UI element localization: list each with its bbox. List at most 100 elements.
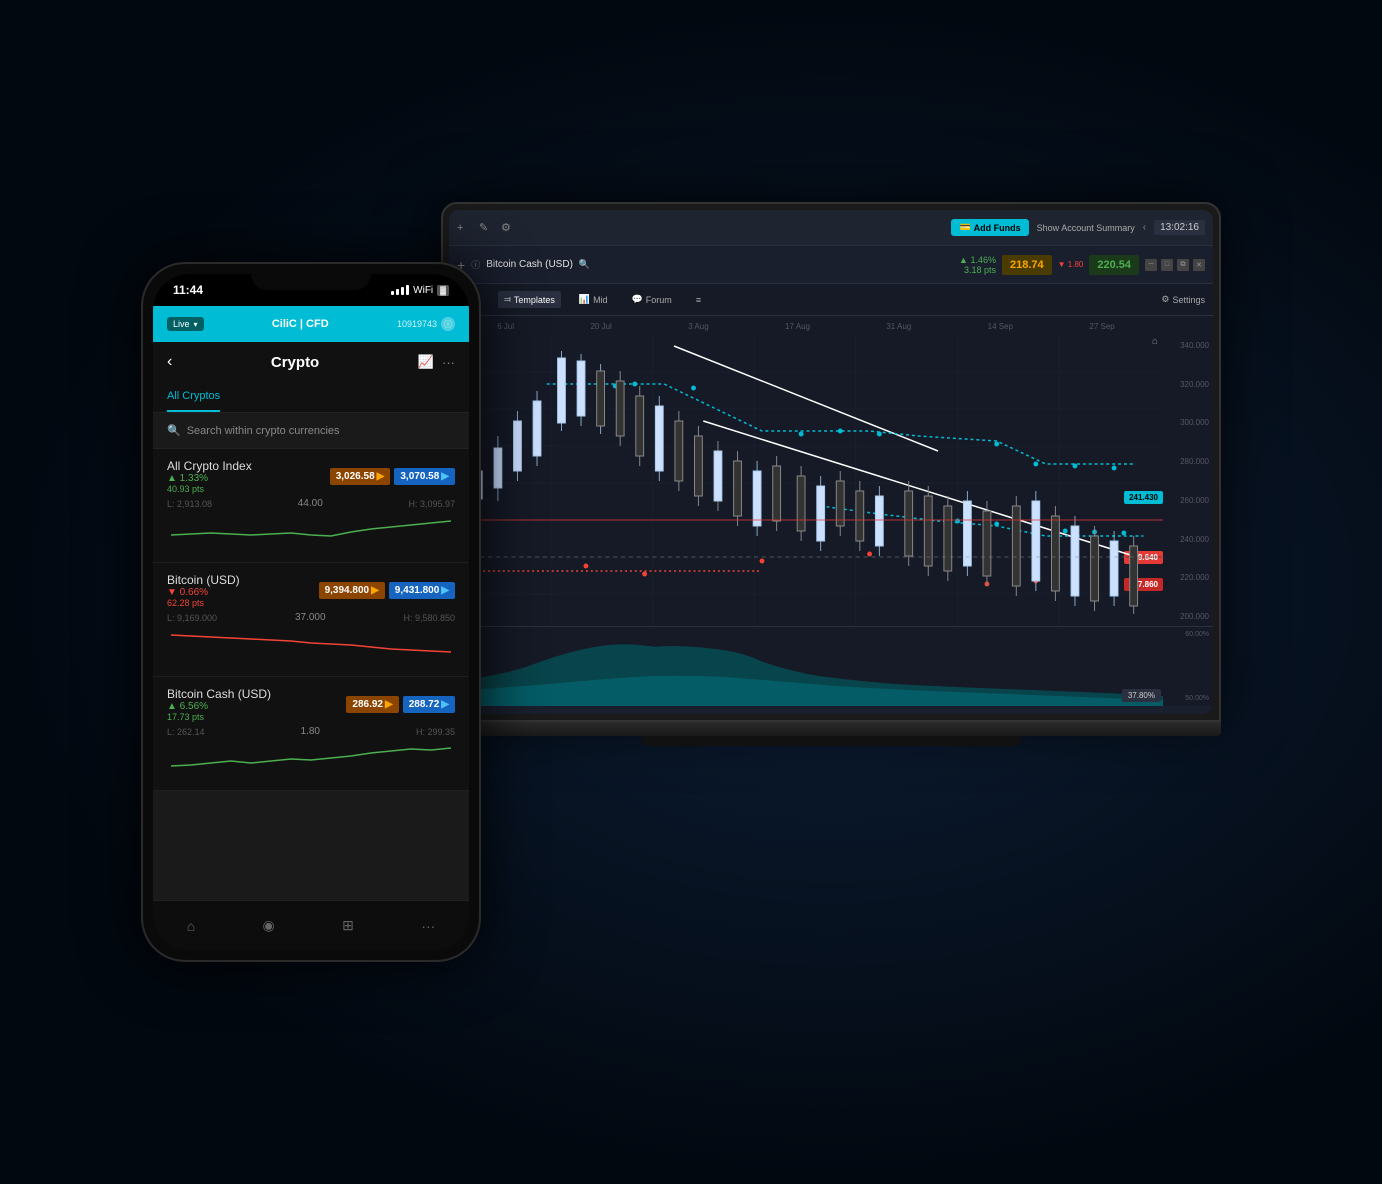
date-2: 20 Jul xyxy=(590,322,611,331)
restore-btn[interactable]: ⧉ xyxy=(1177,259,1189,271)
price-280: 280.000 xyxy=(1167,457,1209,466)
toolbar-settings[interactable]: ⚙ Settings xyxy=(1161,294,1205,305)
symbol-search-icon[interactable]: 🔍 xyxy=(579,259,590,270)
change-pct: ▼ 0.66% xyxy=(167,587,240,598)
price-340: 340.000 xyxy=(1167,341,1209,350)
bid-price[interactable]: 218.74 xyxy=(1002,255,1052,275)
edit-icon[interactable]: ✎ xyxy=(479,221,493,235)
toolbar-hamburger[interactable]: ≡ xyxy=(690,292,707,308)
search-icon: 🔍 xyxy=(167,424,181,437)
list-item-header: Bitcoin (USD) ▼ 0.66% 62.28 pts 9,394.80… xyxy=(167,573,455,608)
indicator-area: 60.00% 50.00% 37.80% xyxy=(449,626,1213,706)
phone-time: 11:44 xyxy=(173,283,203,297)
change-pts: 62.28 pts xyxy=(167,598,240,608)
expand-icon[interactable]: ‹ xyxy=(1143,222,1146,233)
change-pts: 17.73 pts xyxy=(167,712,271,722)
scene-container: + ✎ ⚙ 💳 Add Funds Show Account Summary ‹ xyxy=(141,142,1241,1042)
chart-area[interactable]: 6 Jul 20 Jul 3 Aug 17 Aug 31 Aug 14 Sep … xyxy=(449,316,1213,626)
signal-bar-4 xyxy=(406,285,409,295)
section-title: Crypto xyxy=(182,354,407,371)
account-id: 10919743 ⓘ xyxy=(397,317,455,331)
info-circle-icon[interactable]: ⓘ xyxy=(441,317,455,331)
instrument-name: Bitcoin (USD) xyxy=(167,573,240,587)
more-icon: ··· xyxy=(421,918,435,934)
spread-value: 1.80 xyxy=(301,726,320,737)
chart-icon[interactable]: 📈 xyxy=(418,354,434,370)
platform-time: 13:02:16 xyxy=(1154,220,1205,235)
bid-arrow: ▶ xyxy=(377,471,385,482)
list-item-details: L: 262.14 1.80 H: 299.35 xyxy=(167,726,455,737)
list-item-details: L: 9,169.000 37.000 H: 9,580.850 xyxy=(167,612,455,623)
date-1: 6 Jul xyxy=(497,322,514,331)
portfolio-icon: ⊞ xyxy=(342,917,354,934)
mini-chart xyxy=(167,627,455,657)
add-funds-label: Add Funds xyxy=(974,223,1021,233)
ask-arrow: ▶ xyxy=(441,471,449,482)
ind-60pct: 60.00% xyxy=(1167,631,1209,638)
live-label: Live xyxy=(173,319,190,329)
symbol-name: Bitcoin Cash (USD) xyxy=(486,259,573,270)
ask-box[interactable]: 3,070.58 ▶ xyxy=(394,468,455,485)
price-pair: 286.92 ▶ 288.72 ▶ xyxy=(346,696,455,713)
ask-down-indicator: ▼ 1.80 xyxy=(1058,260,1084,269)
bottom-nav-more[interactable]: ··· xyxy=(421,918,435,934)
ask-box[interactable]: 9,431.800 ▶ xyxy=(389,582,455,599)
minimize-btn[interactable]: ─ xyxy=(1145,259,1157,271)
list-item[interactable]: Bitcoin Cash (USD) ▲ 6.56% 17.73 pts 286… xyxy=(153,677,469,791)
bid-arrow: ▶ xyxy=(385,699,393,710)
phone-search-bar[interactable]: 🔍 Search within crypto currencies xyxy=(153,413,469,449)
change-pts: 40.93 pts xyxy=(167,484,252,494)
low-value: L: 9,169.000 xyxy=(167,613,217,623)
live-badge[interactable]: Live ▾ xyxy=(167,317,204,331)
sliders-icon: ⫤ xyxy=(504,294,511,305)
list-item-header: All Crypto Index ▲ 1.33% 40.93 pts 3,026… xyxy=(167,459,455,494)
maximize-btn[interactable]: □ xyxy=(1161,259,1173,271)
bid-value: 9,394.800 xyxy=(325,585,370,596)
laptop-screen-bezel: + ✎ ⚙ 💳 Add Funds Show Account Summary ‹ xyxy=(449,210,1213,714)
price-260: 260.000 xyxy=(1167,496,1209,505)
tab-all-cryptos[interactable]: All Cryptos xyxy=(167,382,220,412)
laptop-device: + ✎ ⚙ 💳 Add Funds Show Account Summary ‹ xyxy=(441,202,1241,982)
more-icon[interactable]: ··· xyxy=(442,355,455,370)
date-4: 17 Aug xyxy=(785,322,810,331)
toolbar-mid[interactable]: 📊 Mid xyxy=(573,291,614,308)
ask-arrow: ▶ xyxy=(441,585,449,596)
platform-top-bar: + ✎ ⚙ 💳 Add Funds Show Account Summary ‹ xyxy=(449,210,1213,246)
bid-box[interactable]: 9,394.800 ▶ xyxy=(319,582,385,599)
settings-icon[interactable]: ⚙ xyxy=(501,221,515,235)
toolbar-forum[interactable]: 💬 Forum xyxy=(626,291,678,308)
add-funds-icon: 💳 xyxy=(959,222,970,233)
price-240: 240.000 xyxy=(1167,535,1209,544)
close-btn[interactable]: ✕ xyxy=(1193,259,1205,271)
list-item[interactable]: Bitcoin (USD) ▼ 0.66% 62.28 pts 9,394.80… xyxy=(153,563,469,677)
bid-value: 286.92 xyxy=(352,699,383,710)
search-placeholder: Search within crypto currencies xyxy=(187,425,340,437)
ask-price[interactable]: 220.54 xyxy=(1089,255,1139,275)
ask-value: 288.72 xyxy=(409,699,440,710)
bottom-nav-home[interactable]: ⌂ xyxy=(187,918,195,934)
bid-box[interactable]: 3,026.58 ▶ xyxy=(330,468,391,485)
ask-value: 9,431.800 xyxy=(395,585,440,596)
laptop-base xyxy=(441,722,1221,736)
plus-icon[interactable]: + xyxy=(457,221,471,235)
bottom-nav-discover[interactable]: ◉ xyxy=(263,917,275,934)
phone-nav: ‹ Crypto 📈 ··· xyxy=(153,342,469,382)
bottom-nav-portfolio[interactable]: ⊞ xyxy=(342,917,354,934)
phone-platform-header: Live ▾ CiliC | CFD 10919743 ⓘ xyxy=(153,306,469,342)
instrument-name: All Crypto Index xyxy=(167,459,252,473)
price-300: 300.000 xyxy=(1167,418,1209,427)
date-6: 14 Sep xyxy=(988,322,1013,331)
toolbar-templates[interactable]: ⫤ Templates xyxy=(498,291,561,308)
back-button[interactable]: ‹ xyxy=(167,353,172,371)
home-icon: ⌂ xyxy=(187,918,195,934)
add-funds-button[interactable]: 💳 Add Funds xyxy=(951,219,1028,236)
bid-box[interactable]: 286.92 ▶ xyxy=(346,696,398,713)
signal-bar-3 xyxy=(401,287,404,295)
ask-box[interactable]: 288.72 ▶ xyxy=(403,696,455,713)
show-account-button[interactable]: Show Account Summary xyxy=(1037,223,1135,233)
laptop-screen: + ✎ ⚙ 💳 Add Funds Show Account Summary ‹ xyxy=(449,210,1213,714)
price-220: 220.000 xyxy=(1167,573,1209,582)
list-item[interactable]: All Crypto Index ▲ 1.33% 40.93 pts 3,026… xyxy=(153,449,469,563)
low-value: L: 262.14 xyxy=(167,727,205,737)
chart-flag: ⌂ xyxy=(1152,336,1158,347)
